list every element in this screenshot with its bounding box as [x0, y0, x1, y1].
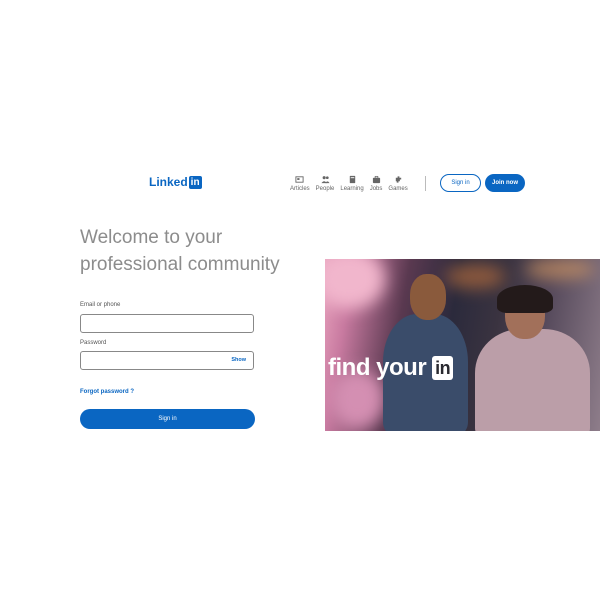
join-now-button[interactable]: Join now [485, 174, 525, 192]
promo-text: find your [328, 354, 427, 381]
promo-person-woman [475, 329, 590, 431]
nav-jobs[interactable]: Jobs [369, 175, 383, 192]
password-label: Password [80, 340, 107, 346]
promo-caption: find your in [328, 354, 454, 382]
password-field[interactable]: Show [80, 351, 254, 370]
header-sign-in-button[interactable]: Sign in [440, 174, 481, 192]
nav-games-label: Games [388, 186, 408, 192]
learning-icon [349, 175, 355, 184]
nav-articles-label: Articles [290, 186, 310, 192]
forgot-password-link[interactable]: Forgot password ? [80, 389, 134, 395]
promo-bg-lights [525, 259, 595, 279]
top-nav: Articles People Learning Jobs Games [290, 175, 408, 192]
promo-in-mark: in [432, 356, 454, 380]
logo-text: Linked [149, 175, 188, 189]
promo-bg-glow [325, 259, 385, 309]
nav-jobs-label: Jobs [369, 186, 383, 192]
articles-icon [295, 176, 304, 183]
nav-people-label: People [315, 186, 335, 192]
nav-learning[interactable]: Learning [340, 175, 364, 192]
email-label: Email or phone [80, 302, 121, 308]
jobs-icon [372, 175, 380, 184]
logo-in-box: in [188, 175, 202, 189]
nav-divider [425, 176, 426, 191]
promo-man-face [410, 274, 446, 320]
nav-people[interactable]: People [315, 175, 335, 192]
people-icon [320, 176, 330, 184]
nav-articles[interactable]: Articles [290, 175, 310, 192]
welcome-headline: Welcome to your professional community [80, 227, 280, 275]
linkedin-logo[interactable]: Linked in [149, 175, 202, 189]
sign-in-button[interactable]: Sign in [80, 409, 255, 429]
email-field[interactable] [80, 314, 254, 333]
games-icon [395, 176, 401, 183]
nav-learning-label: Learning [340, 186, 364, 192]
show-password-button[interactable]: Show [231, 357, 246, 363]
promo-woman-hair [497, 285, 553, 313]
promo-bg-lights [445, 264, 505, 289]
promo-image: find your in [325, 259, 600, 431]
nav-games[interactable]: Games [388, 175, 408, 192]
